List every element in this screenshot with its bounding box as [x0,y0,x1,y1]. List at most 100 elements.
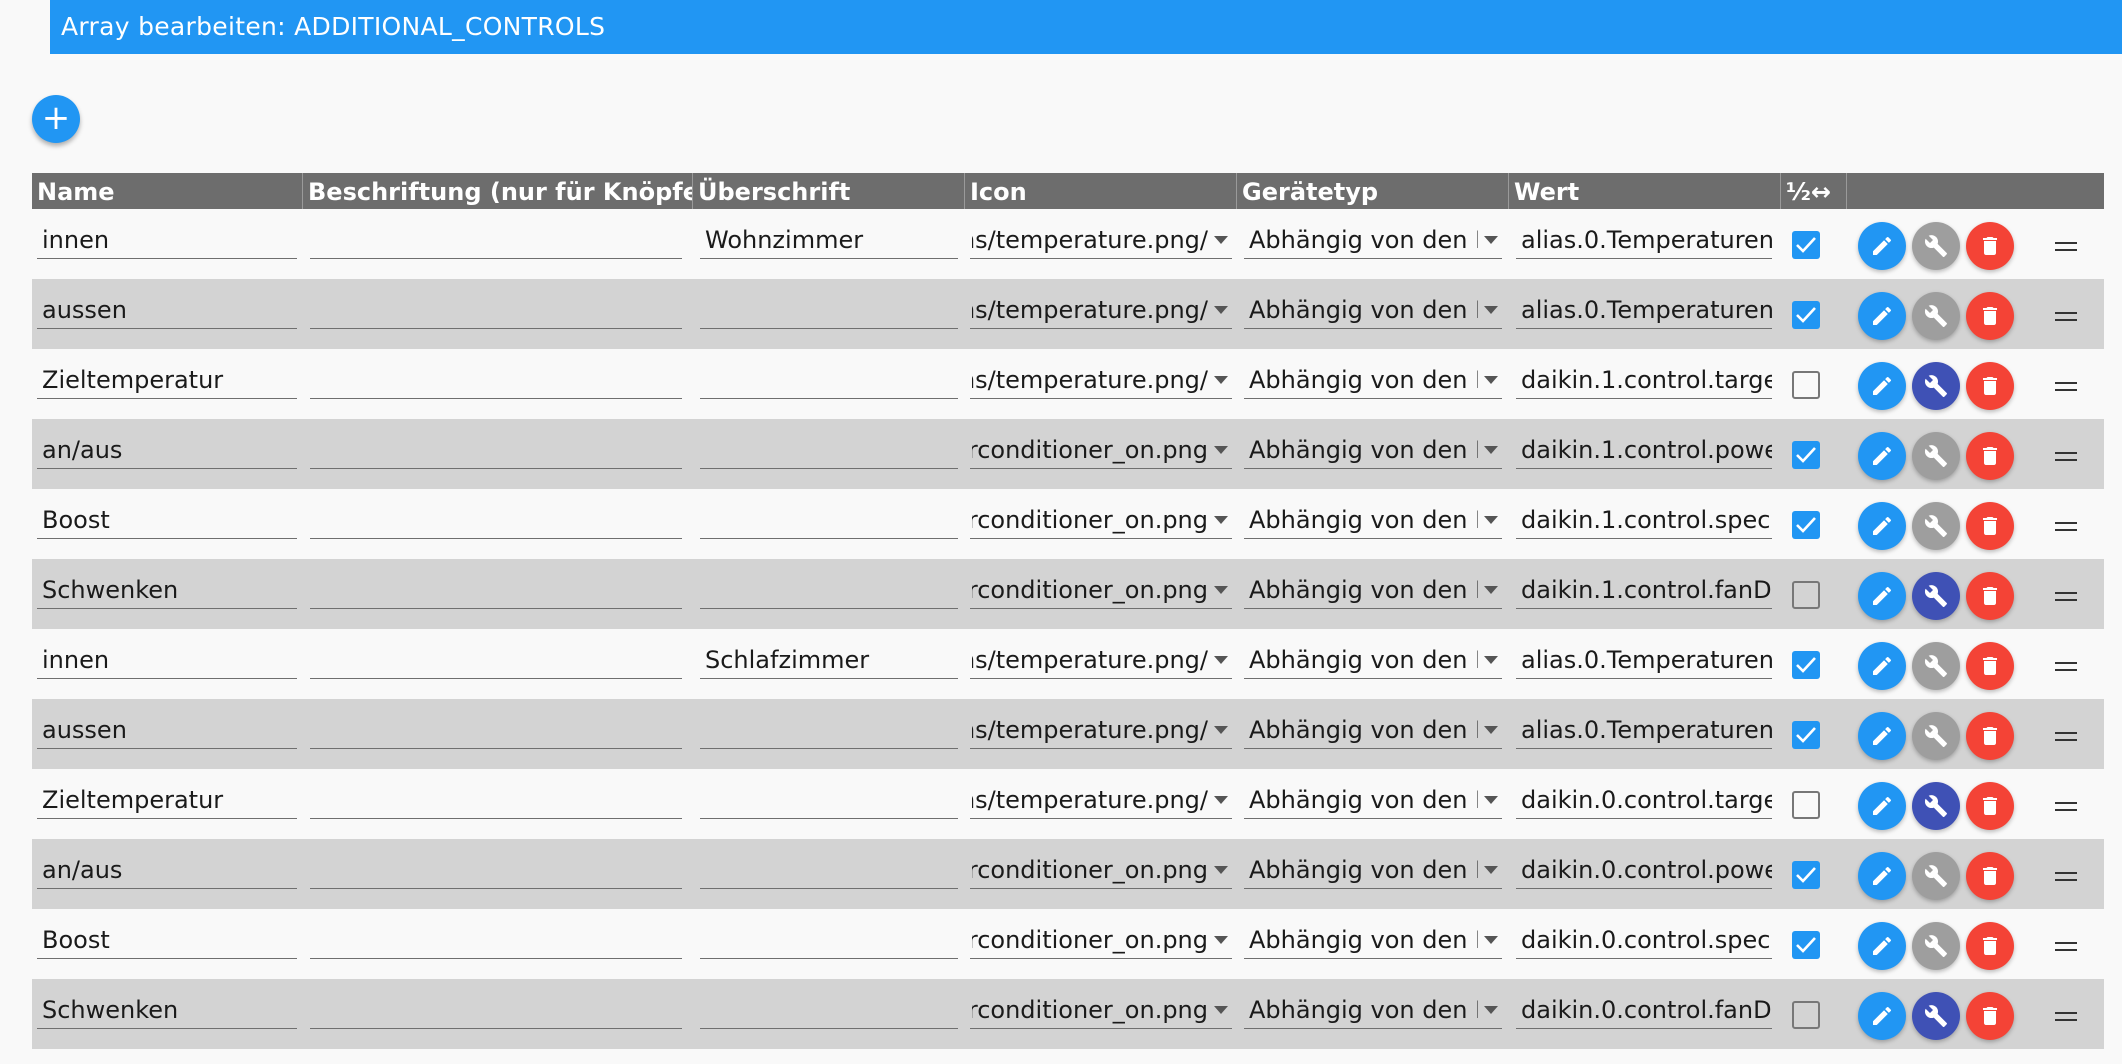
drag-handle-icon[interactable] [2055,522,2077,531]
heading-input[interactable] [700,571,958,609]
name-input[interactable]: Zieltemperatur [37,781,297,819]
drag-handle-icon[interactable] [2055,802,2077,811]
half-width-checkbox[interactable] [1792,581,1820,609]
name-input[interactable]: aussen [37,711,297,749]
delete-button[interactable] [1966,222,2014,270]
heading-input[interactable] [700,781,958,819]
value-input[interactable]: alias.0.Temperaturen.Te [1516,641,1772,679]
half-width-checkbox[interactable] [1792,371,1820,399]
heading-input[interactable] [700,921,958,959]
settings-button[interactable] [1912,362,1960,410]
edit-button[interactable] [1858,642,1906,690]
half-width-checkbox[interactable] [1792,231,1820,259]
drag-handle-icon[interactable] [2055,242,2077,251]
drag-handle-icon[interactable] [2055,942,2077,951]
name-input[interactable]: Schwenken [37,571,297,609]
half-width-checkbox[interactable] [1792,301,1820,329]
icon-select[interactable]: /icons/temperature.png [970,711,1232,749]
settings-button[interactable] [1912,502,1960,550]
settings-button[interactable] [1912,292,1960,340]
half-width-checkbox[interactable] [1792,1001,1820,1029]
icon-select[interactable]: s/airconditioner_on.png [970,431,1232,469]
value-input[interactable]: alias.0.Temperaturen.Te [1516,711,1772,749]
half-width-checkbox[interactable] [1792,861,1820,889]
value-input[interactable]: daikin.1.control.targetTe [1516,361,1772,399]
value-input[interactable]: alias.0.Temperaturen.Te [1516,291,1772,329]
drag-handle-icon[interactable] [2055,312,2077,321]
device-type-select[interactable]: Abhängig von den Einst [1244,431,1502,469]
settings-button[interactable] [1912,642,1960,690]
heading-input[interactable] [700,711,958,749]
heading-input[interactable]: Wohnzimmer [700,221,958,259]
device-type-select[interactable]: Abhängig von den Einst [1244,571,1502,609]
name-input[interactable]: an/aus [37,431,297,469]
edit-button[interactable] [1858,992,1906,1040]
icon-select[interactable]: s/airconditioner_on.png [970,991,1232,1029]
delete-button[interactable] [1966,642,2014,690]
icon-select[interactable]: s/airconditioner_on.png [970,501,1232,539]
icon-select[interactable]: /icons/temperature.png [970,221,1232,259]
icon-select[interactable]: /icons/temperature.png [970,781,1232,819]
settings-button[interactable] [1912,992,1960,1040]
half-width-checkbox[interactable] [1792,721,1820,749]
delete-button[interactable] [1966,852,2014,900]
label-input[interactable] [310,221,682,259]
heading-input[interactable] [700,851,958,889]
half-width-checkbox[interactable] [1792,651,1820,679]
edit-button[interactable] [1858,852,1906,900]
edit-button[interactable] [1858,362,1906,410]
device-type-select[interactable]: Abhängig von den Einst [1244,991,1502,1029]
settings-button[interactable] [1912,782,1960,830]
drag-handle-icon[interactable] [2055,382,2077,391]
edit-button[interactable] [1858,222,1906,270]
device-type-select[interactable]: Abhängig von den Einst [1244,501,1502,539]
label-input[interactable] [310,291,682,329]
half-width-checkbox[interactable] [1792,511,1820,539]
device-type-select[interactable]: Abhängig von den Einst [1244,221,1502,259]
icon-select[interactable]: s/airconditioner_on.png [970,571,1232,609]
settings-button[interactable] [1912,852,1960,900]
value-input[interactable]: daikin.1.control.power [1516,431,1772,469]
value-input[interactable]: daikin.0.control.special [1516,921,1772,959]
name-input[interactable]: Zieltemperatur [37,361,297,399]
edit-button[interactable] [1858,502,1906,550]
edit-button[interactable] [1858,432,1906,480]
delete-button[interactable] [1966,362,2014,410]
settings-button[interactable] [1912,572,1960,620]
heading-input[interactable] [700,501,958,539]
heading-input[interactable]: Schlafzimmer [700,641,958,679]
name-input[interactable]: an/aus [37,851,297,889]
drag-handle-icon[interactable] [2055,592,2077,601]
settings-button[interactable] [1912,922,1960,970]
value-input[interactable]: daikin.0.control.fanDire [1516,991,1772,1029]
icon-select[interactable]: /icons/temperature.png [970,361,1232,399]
delete-button[interactable] [1966,712,2014,760]
value-input[interactable]: daikin.1.control.fanDirec [1516,571,1772,609]
device-type-select[interactable]: Abhängig von den Einst [1244,851,1502,889]
drag-handle-icon[interactable] [2055,732,2077,741]
value-input[interactable]: daikin.0.control.targetT [1516,781,1772,819]
device-type-select[interactable]: Abhängig von den Einst [1244,641,1502,679]
name-input[interactable]: innen [37,221,297,259]
label-input[interactable] [310,361,682,399]
edit-button[interactable] [1858,292,1906,340]
delete-button[interactable] [1966,922,2014,970]
label-input[interactable] [310,921,682,959]
heading-input[interactable] [700,291,958,329]
drag-handle-icon[interactable] [2055,1012,2077,1021]
drag-handle-icon[interactable] [2055,662,2077,671]
label-input[interactable] [310,781,682,819]
edit-button[interactable] [1858,712,1906,760]
edit-button[interactable] [1858,782,1906,830]
settings-button[interactable] [1912,222,1960,270]
device-type-select[interactable]: Abhängig von den Einst [1244,781,1502,819]
add-row-button[interactable]: + [32,95,80,143]
delete-button[interactable] [1966,782,2014,830]
label-input[interactable] [310,641,682,679]
label-input[interactable] [310,851,682,889]
settings-button[interactable] [1912,432,1960,480]
name-input[interactable]: Boost [37,501,297,539]
delete-button[interactable] [1966,432,2014,480]
icon-select[interactable]: /icons/temperature.png [970,291,1232,329]
delete-button[interactable] [1966,292,2014,340]
